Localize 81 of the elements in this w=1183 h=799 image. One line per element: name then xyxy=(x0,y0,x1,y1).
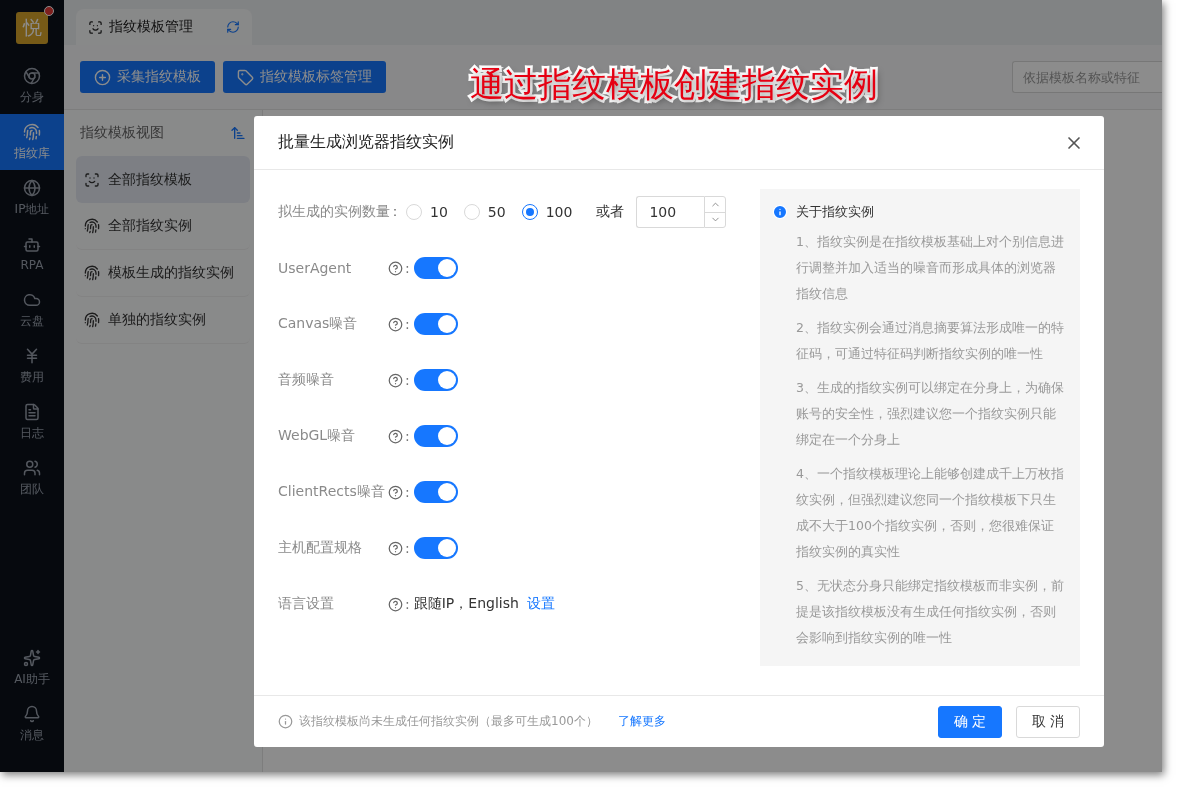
help-icon[interactable] xyxy=(388,484,403,500)
colon-separator: : xyxy=(405,428,410,444)
info-title: 关于指纹实例 xyxy=(796,203,874,221)
fingerprint-icon xyxy=(23,122,41,141)
learn-more-link[interactable]: 了解更多 xyxy=(617,713,666,730)
document-icon xyxy=(23,402,41,421)
toggle-switch[interactable] xyxy=(413,369,458,391)
panel-title: 指纹模板视图 xyxy=(80,124,164,142)
footer-note: 该指纹模板尚未生成任何指纹实例（最多可生成100个） xyxy=(299,713,598,730)
template-view-item[interactable]: 模板生成的指纹实例 xyxy=(76,250,250,297)
info-paragraph: 1、指纹实例是在指纹模板基础上对个别信息进行调整并加入适当的噪音而形成具体的浏览器指纹信息 xyxy=(796,233,1065,303)
number-field[interactable]: 100 xyxy=(636,196,705,228)
toolbar-button[interactable]: 采集指纹模板 xyxy=(80,61,215,93)
help-icon[interactable] xyxy=(388,372,403,388)
sidebar-item[interactable]: 指纹库 xyxy=(0,114,64,170)
colon-separator: ： xyxy=(388,203,402,221)
fingerprint-icon xyxy=(84,265,100,281)
toggle-switch[interactable] xyxy=(413,537,458,559)
field-label: WebGL噪音 xyxy=(278,427,357,445)
info-icon xyxy=(278,714,293,729)
tag-icon xyxy=(237,68,254,86)
field-label: ClientRects噪音 xyxy=(278,483,386,501)
toggle-switch[interactable] xyxy=(413,257,458,279)
template-view-item[interactable]: 全部指纹实例 xyxy=(76,203,250,250)
sidebar-item[interactable]: 分身 xyxy=(0,58,64,114)
help-icon[interactable] xyxy=(388,316,403,332)
notification-dot xyxy=(44,6,54,16)
plus-circle-icon xyxy=(94,68,111,86)
info-icon xyxy=(772,204,788,220)
help-icon[interactable] xyxy=(388,260,403,276)
bell-icon xyxy=(23,704,41,723)
colon-separator: : xyxy=(405,316,410,332)
colon-separator: : xyxy=(405,372,410,388)
toggle-switch[interactable] xyxy=(413,481,458,503)
toggle-switch[interactable] xyxy=(413,425,458,447)
sidebar-item[interactable]: IP地址 xyxy=(0,170,64,226)
settings-link[interactable]: 设置 xyxy=(526,595,555,613)
fingerprint-icon xyxy=(84,312,100,328)
help-icon[interactable] xyxy=(388,540,403,556)
dialog-title: 批量生成浏览器指纹实例 xyxy=(278,132,454,153)
globe-icon xyxy=(23,178,41,197)
annotation-text: 通过指纹模板创建指纹实例 xyxy=(470,63,878,106)
sidebar-item[interactable]: 团队 xyxy=(0,450,64,506)
colon-separator: : xyxy=(405,596,410,612)
cancel-button[interactable]: 取 消 xyxy=(1016,705,1080,738)
sidebar-item[interactable]: RPA xyxy=(0,226,64,282)
template-view-item[interactable]: 单独的指纹实例 xyxy=(76,297,250,344)
field-label: 音频噪音 xyxy=(278,371,335,389)
toggle-switch[interactable] xyxy=(413,313,458,335)
field-label: Canvas噪音 xyxy=(278,315,359,333)
colon-separator: : xyxy=(405,260,410,276)
sidebar-item[interactable]: AI助手 xyxy=(0,640,64,696)
robot-icon xyxy=(23,236,41,254)
help-icon[interactable] xyxy=(388,596,403,612)
sidebar-item[interactable]: 云盘 xyxy=(0,282,64,338)
info-paragraph: 5、无状态分身只能绑定指纹模板而非实例，前提是该指纹模板没有生成任何指纹实例，否则会影响到指纹实例的唯一性 xyxy=(796,577,1065,647)
radio-option[interactable]: 10 xyxy=(406,204,448,220)
users-icon xyxy=(23,458,41,477)
confirm-button[interactable]: 确 定 xyxy=(938,705,1002,738)
sparkle-icon xyxy=(23,648,41,667)
fingerprint-icon xyxy=(84,218,100,234)
field-label: 主机配置规格 xyxy=(278,539,363,557)
help-icon[interactable] xyxy=(388,428,403,444)
chrome-icon xyxy=(23,66,41,85)
language-value: 跟随IP，English xyxy=(413,595,519,613)
sidebar-item[interactable]: 费用 xyxy=(0,338,64,394)
radio-option[interactable]: 50 xyxy=(463,204,506,220)
field-label: 拟生成的实例数量 xyxy=(278,203,388,221)
radio-option[interactable]: 100 xyxy=(521,204,573,220)
field-label: UserAgent xyxy=(278,260,353,276)
field-label: 语言设置 xyxy=(278,595,335,613)
colon-separator: : xyxy=(405,540,410,556)
page-tab[interactable]: 指纹模板管理 xyxy=(76,9,252,45)
template-view-item[interactable]: 全部指纹模板 xyxy=(76,156,250,203)
toolbar-button[interactable]: 指纹模板标签管理 xyxy=(223,61,386,93)
colon-separator: : xyxy=(405,484,410,500)
sidebar-item[interactable]: 消息 xyxy=(0,696,64,752)
refresh-icon[interactable] xyxy=(226,20,240,34)
sidebar-item[interactable]: 日志 xyxy=(0,394,64,450)
or-label: 或者 xyxy=(596,203,625,221)
sort-icon[interactable] xyxy=(230,125,246,141)
